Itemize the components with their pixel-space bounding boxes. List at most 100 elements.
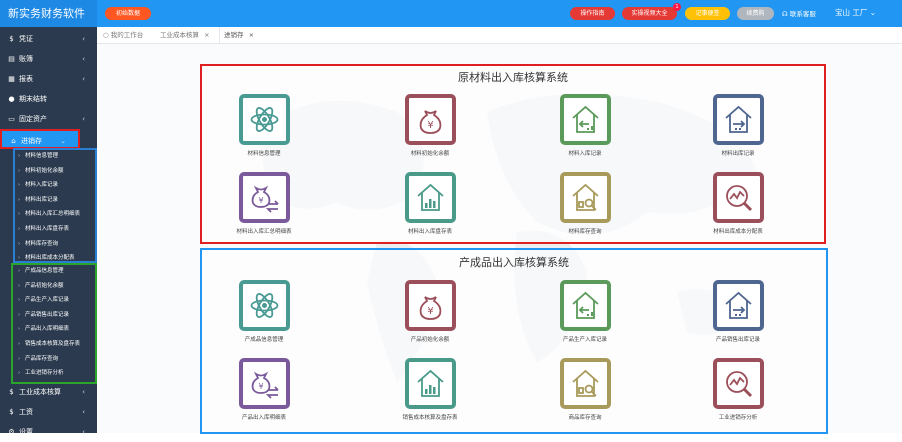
submenu-item-product[interactable]: › 产品初始化余额 (14, 279, 96, 294)
submenu-item-product[interactable]: › 产品生产入库记录 (14, 293, 96, 308)
svg-text:¥: ¥ (258, 196, 263, 205)
tile-frame (713, 94, 764, 145)
menu-label: 设置 (19, 428, 33, 436)
chevron-right-icon: › (18, 341, 20, 347)
money-bag-icon: ¥ (419, 296, 442, 320)
submenu-label: 产品库存查询 (25, 355, 59, 362)
company-selector[interactable]: 宝山 工厂 ⌄ (835, 7, 876, 18)
support-link[interactable]: ☊ 联系客服 (782, 8, 816, 18)
chevron-icon: ‹ (82, 75, 85, 83)
menu-icon: $ (9, 388, 14, 396)
chevron-right-icon: › (18, 226, 20, 232)
sidebar-item-bottom-0[interactable]: $ 工业成本核算 ‹ (0, 382, 97, 402)
tab-label: 工业成本核算 (160, 31, 199, 39)
menu-icon: ⚙ (8, 428, 15, 436)
submenu-label: 材料出库记录 (25, 196, 59, 203)
circle-icon: ○ (103, 31, 109, 39)
chevron-right-icon: › (18, 268, 20, 274)
chevron-right-icon: › (18, 355, 20, 362)
submenu-item-product[interactable]: › 工业进销存分析 (14, 366, 96, 381)
menu-icon: $ (9, 408, 14, 416)
menu-icon: ▦ (8, 75, 15, 83)
submenu-label: 销售成本核算及盘存表 (25, 341, 81, 347)
notes-button[interactable]: 记事便签 (685, 7, 730, 20)
panel-title: 原材料出入库核算系统 (458, 71, 568, 84)
sidebar-item-1[interactable]: ▤ 账簿 ‹ (0, 49, 97, 69)
sidebar-item-bottom-1[interactable]: $ 工资 ‹ (0, 402, 97, 422)
chevron-right-icon: › (18, 282, 20, 289)
menu-label: 账簿 (19, 55, 33, 63)
menu-label: 工资 (19, 408, 33, 416)
submenu-item-product[interactable]: › 产品库存查询 (14, 352, 96, 367)
notification-badge: 1 (673, 3, 681, 11)
sidebar-item-2[interactable]: ▦ 报表 ‹ (0, 69, 97, 89)
app-title: 新实务财务软件 (0, 0, 97, 27)
chevron-right-icon: › (18, 153, 20, 159)
tab-bar: ○ 我的工作台 工业成本核算 × 进销存 × (97, 27, 902, 44)
tab-inventory[interactable]: 进销存 × (219, 27, 254, 44)
chevron-icon: ‹ (82, 115, 85, 123)
tile-frame: ¥ (405, 280, 456, 331)
atom-icon (250, 107, 279, 132)
tile-label: 材料信息管理 (247, 151, 281, 157)
tile-frame: ¥ (405, 94, 456, 145)
house-search-icon (572, 369, 599, 397)
video-lessons-button[interactable]: 实操视频大全 (622, 7, 677, 20)
tile-frame (405, 172, 456, 223)
submenu-item-product[interactable]: › 销售成本核算及盘存表 (14, 337, 96, 352)
start-data-button[interactable]: 初始数据 (105, 7, 151, 20)
tab-label: 我的工作台 (110, 31, 144, 39)
tile-label: 材料出入库盘存表 (407, 229, 452, 235)
submenu-item-material[interactable]: › 材料出入库盘存表 (14, 222, 96, 237)
submenu-label: 产品初始化余额 (25, 282, 64, 289)
house-out-icon (725, 105, 752, 133)
renew-button[interactable]: 续费购 (737, 7, 774, 20)
tile-frame (713, 172, 764, 223)
menu-label: 报表 (19, 75, 33, 83)
tile-label: 材料出库记录 (721, 151, 755, 157)
panel-title: 产成品出入库核算系统 (459, 256, 569, 269)
tab-cost[interactable]: 工业成本核算 × (160, 27, 210, 44)
svg-text:¥: ¥ (258, 382, 263, 391)
svg-text:¥: ¥ (427, 306, 433, 317)
top-bar: 新实务财务软件 初始数据 操作指南 实操视频大全 1 记事便签 续费购 ☊ 联系… (0, 0, 902, 27)
submenu-item-material[interactable]: › 材料初始化余额 (14, 164, 96, 179)
submenu-item-material[interactable]: › 材料信息管理 (14, 149, 96, 164)
submenu-item-material[interactable]: › 材料出入库汇总明细表 (14, 207, 96, 222)
menu-icon: ▤ (8, 55, 15, 63)
submenu-item-material[interactable]: › 材料出库记录 (14, 193, 96, 208)
guide-button[interactable]: 操作指南 (570, 7, 615, 20)
tile-frame (405, 358, 456, 409)
tab-workbench[interactable]: ○ 我的工作台 (103, 27, 143, 44)
submenu-item-material[interactable]: › 材料库存查询 (14, 237, 96, 252)
submenu-label: 材料初始化余额 (25, 167, 64, 174)
sidebar-item-4[interactable]: ▭ 固定资产 ‹ (0, 109, 97, 129)
sidebar-item-0[interactable]: $ 凭证 ‹ (0, 29, 97, 49)
sidebar-item-inventory[interactable]: ⌂ 进销存 ⌄ (0, 129, 80, 149)
tile-label: 材料出库成本分配表 (713, 229, 763, 235)
submenu-label: 产品生产入库记录 (25, 297, 70, 304)
submenu-item-product[interactable]: › 产品销售出库记录 (14, 308, 96, 323)
submenu-item-product[interactable]: › 产成品信息管理 (14, 264, 96, 279)
submenu-item-product[interactable]: › 产品出入库明细表 (14, 322, 96, 337)
tile-frame: ¥ (239, 172, 290, 223)
tile-frame (713, 358, 764, 409)
tile-frame (560, 172, 611, 223)
sidebar-item-bottom-2[interactable]: ⚙ 设置 ‹ (0, 422, 97, 442)
chevron-right-icon: › (18, 311, 20, 318)
money-transfer-icon: ¥ (251, 371, 279, 399)
submenu-label: 产品销售出库记录 (25, 311, 70, 318)
tile-frame (239, 280, 290, 331)
chevron-right-icon: › (18, 370, 20, 377)
sidebar-item-3[interactable]: ● 期末结转 (0, 89, 97, 109)
submenu-item-material[interactable]: › 材料入库记录 (14, 178, 96, 193)
menu-label: 进销存 (21, 137, 42, 145)
money-bag-icon: ¥ (419, 110, 442, 134)
tile-label: 销售成本核算及盘存表 (402, 415, 458, 421)
chevron-right-icon: › (18, 326, 20, 333)
tile-label: 产品出入库明细表 (241, 415, 286, 421)
tile-frame (560, 280, 611, 331)
close-icon[interactable]: × (204, 31, 209, 39)
close-icon[interactable]: × (249, 31, 254, 39)
chevron-icon: ‹ (82, 428, 85, 436)
